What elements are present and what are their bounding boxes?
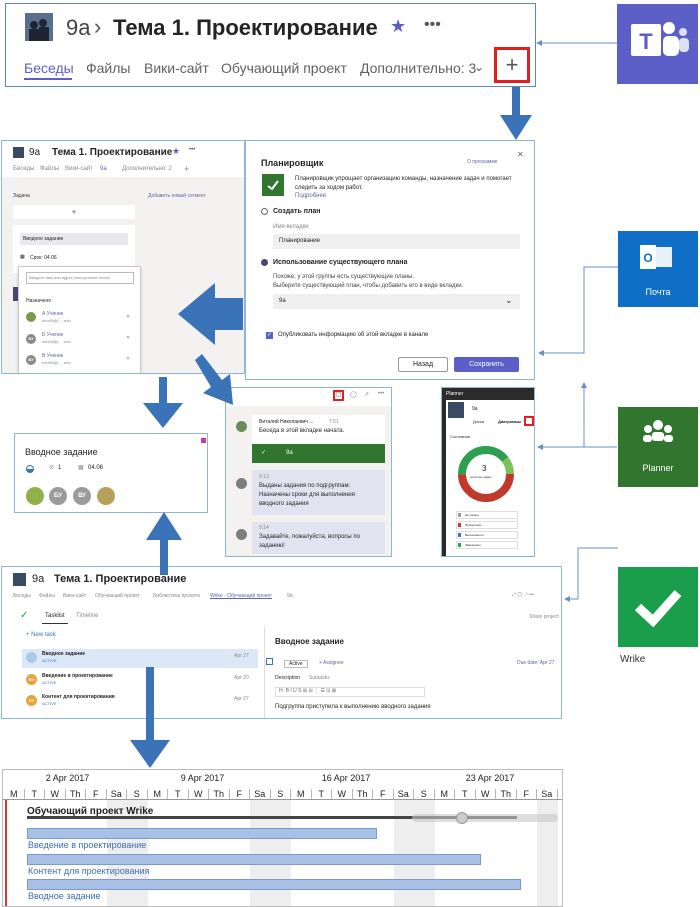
connector-line bbox=[564, 547, 618, 602]
block-arrow bbox=[143, 377, 183, 428]
block-arrow bbox=[500, 87, 532, 140]
connector-line bbox=[538, 266, 618, 356]
block-arrow bbox=[195, 354, 233, 405]
block-arrow bbox=[130, 667, 170, 768]
block-arrow bbox=[178, 283, 243, 345]
block-arrow bbox=[146, 512, 182, 575]
flow-arrows bbox=[130, 40, 618, 768]
